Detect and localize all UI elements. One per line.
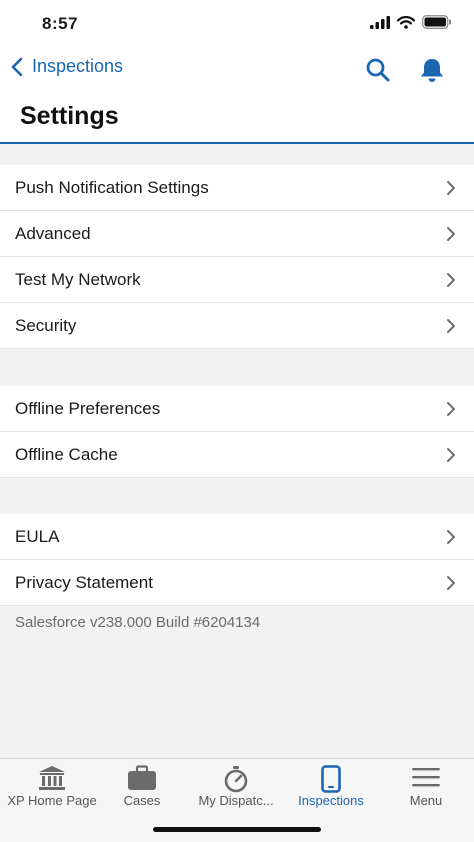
offline-cache-item[interactable]: Offline Cache [0,432,474,478]
advanced-item[interactable]: Advanced [0,211,474,257]
tab-inspections[interactable]: Inspections [283,759,379,819]
status-icons [370,15,452,29]
tab-menu[interactable]: Menu [378,759,474,819]
settings-group-offline: Offline Preferences Offline Cache [0,386,474,478]
battery-icon [422,15,451,29]
search-icon [366,58,390,82]
chevron-left-icon [11,57,23,76]
tab-xp-home-page[interactable]: XP Home Page [4,759,100,819]
chevron-right-icon [447,575,455,590]
bank-icon [39,766,65,790]
settings-group-legal: EULA Privacy Statement [0,514,474,606]
stopwatch-icon [224,766,248,793]
offline-preferences-item[interactable]: Offline Preferences [0,386,474,432]
eula-item[interactable]: EULA [0,514,474,560]
item-label: Push Notification Settings [15,177,209,197]
chevron-right-icon [447,401,455,416]
menu-icon [412,768,440,787]
item-label: Privacy Statement [15,572,153,592]
item-label: EULA [15,526,60,546]
test-my-network-item[interactable]: Test My Network [0,257,474,303]
tab-cases[interactable]: Cases [94,759,190,819]
privacy-statement-item[interactable]: Privacy Statement [0,560,474,606]
back-button[interactable]: Inspections [10,56,123,77]
signal-icon [370,15,390,29]
chevron-right-icon [447,447,455,462]
chevron-right-icon [447,180,455,195]
version-text: Salesforce v238.000 Build #6204134 [15,614,261,631]
item-label: Offline Preferences [15,398,161,418]
item-label: Test My Network [15,269,141,289]
chevron-right-icon [447,318,455,333]
security-item[interactable]: Security [0,303,474,349]
status-time: 8:57 [42,14,79,33]
phone-icon [321,765,341,793]
briefcase-icon [128,765,156,790]
navigation-bar: Inspections Settings [0,48,474,144]
back-label: Inspections [32,56,124,76]
item-label: Security [15,315,77,335]
settings-group-general: Push Notification Settings Advanced Test… [0,165,474,349]
chevron-right-icon [447,272,455,287]
home-indicator [153,827,321,832]
tab-my-dispatch[interactable]: My Dispatc... [188,759,284,819]
search-button[interactable] [365,57,391,88]
notifications-button[interactable] [418,57,446,88]
bell-icon [421,59,443,82]
push-notification-settings-item[interactable]: Push Notification Settings [0,165,474,211]
page-title: Settings [20,102,119,130]
chevron-right-icon [447,529,455,544]
chevron-right-icon [447,226,455,241]
wifi-icon [397,15,415,29]
status-bar: 8:57 [0,0,474,48]
tab-label: Menu [409,793,443,808]
item-label: Offline Cache [15,444,118,464]
item-label: Advanced [15,223,91,243]
